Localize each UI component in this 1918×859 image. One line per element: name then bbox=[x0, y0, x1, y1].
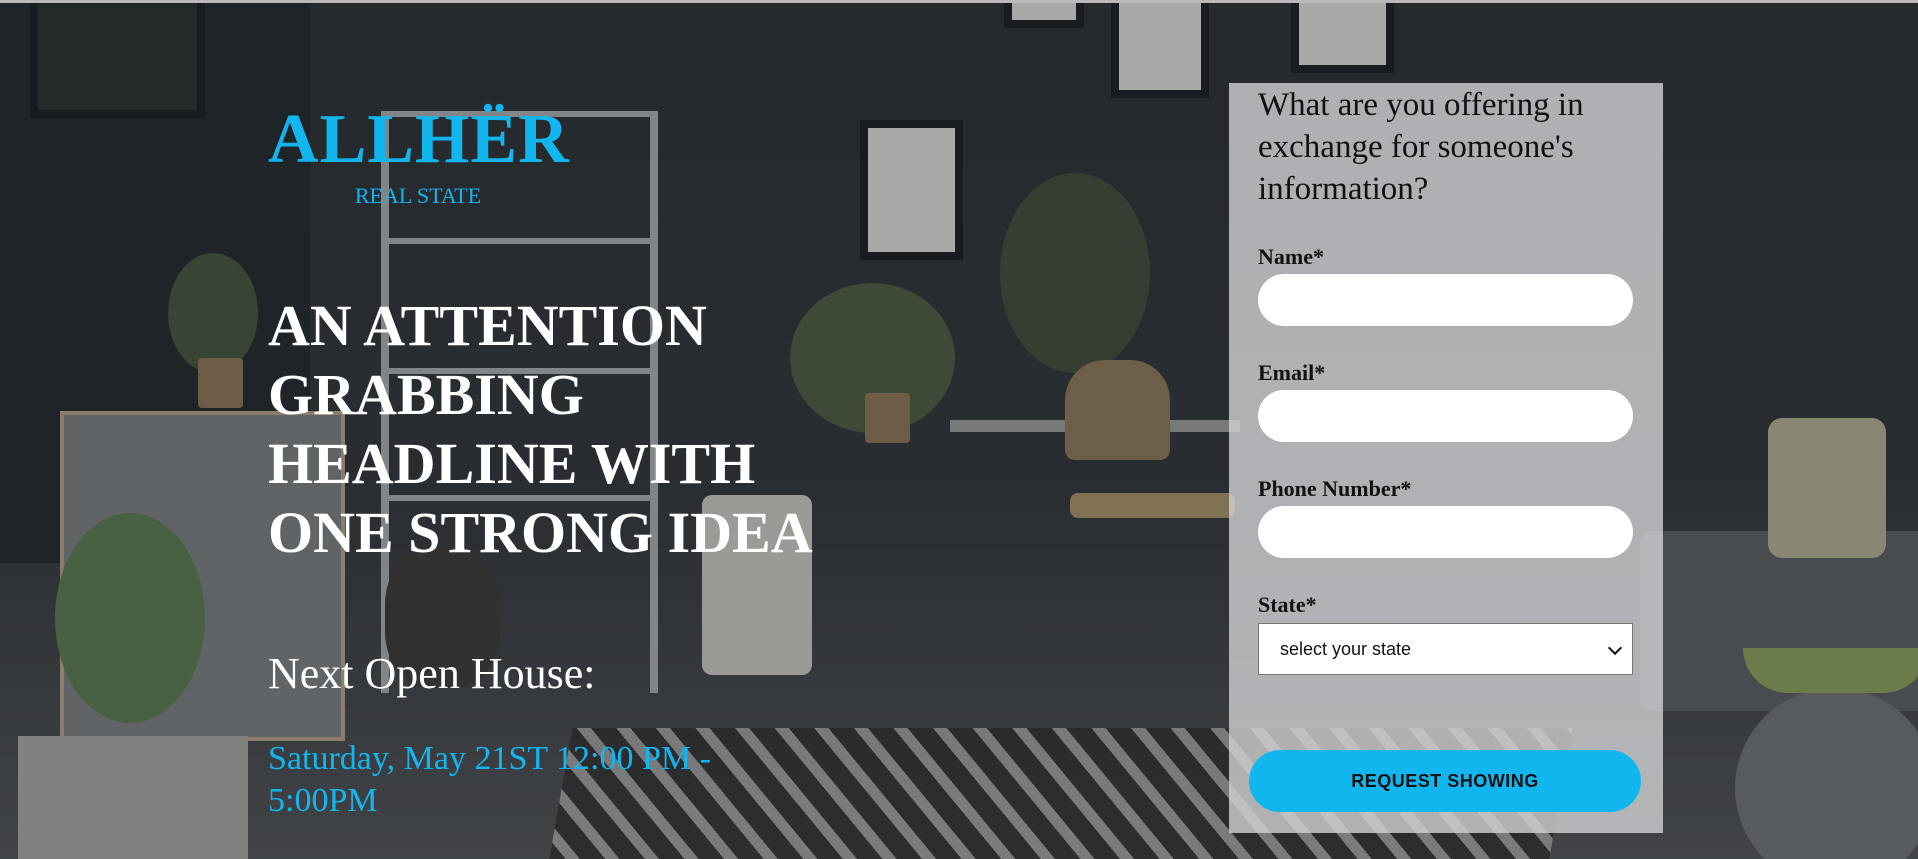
name-label: Name* bbox=[1258, 244, 1324, 269]
state-select-value: select your state bbox=[1280, 638, 1412, 659]
hero-headline: AN ATTENTION GRABBING HEADLINE WITH ONE … bbox=[268, 293, 813, 565]
brand-logo: ALLHËR REAL STATE bbox=[268, 101, 570, 209]
request-showing-button[interactable]: REQUEST SHOWING bbox=[1249, 750, 1641, 812]
chevron-down-icon bbox=[1607, 640, 1623, 656]
name-field[interactable] bbox=[1258, 274, 1633, 326]
state-select[interactable]: select your state bbox=[1258, 623, 1633, 675]
brand-name: ALLHËR bbox=[268, 101, 570, 178]
open-house-label: Next Open House: bbox=[268, 649, 596, 698]
email-field[interactable] bbox=[1258, 390, 1633, 442]
brand-tagline: REAL STATE bbox=[354, 183, 482, 208]
phone-label: Phone Number* bbox=[1258, 476, 1412, 501]
hero-section: ALLHËR REAL STATE AN ATTENTION GRABBING … bbox=[0, 3, 1918, 859]
email-label: Email* bbox=[1258, 360, 1326, 385]
form-title: What are you offering in exchange for so… bbox=[1258, 87, 1584, 207]
lead-form: What are you offering in exchange for so… bbox=[1229, 83, 1663, 833]
phone-field[interactable] bbox=[1258, 506, 1633, 558]
open-house-date: Saturday, May 21ST 12:00 PM - 5:00PM bbox=[268, 740, 711, 819]
state-label: State* bbox=[1258, 592, 1317, 617]
